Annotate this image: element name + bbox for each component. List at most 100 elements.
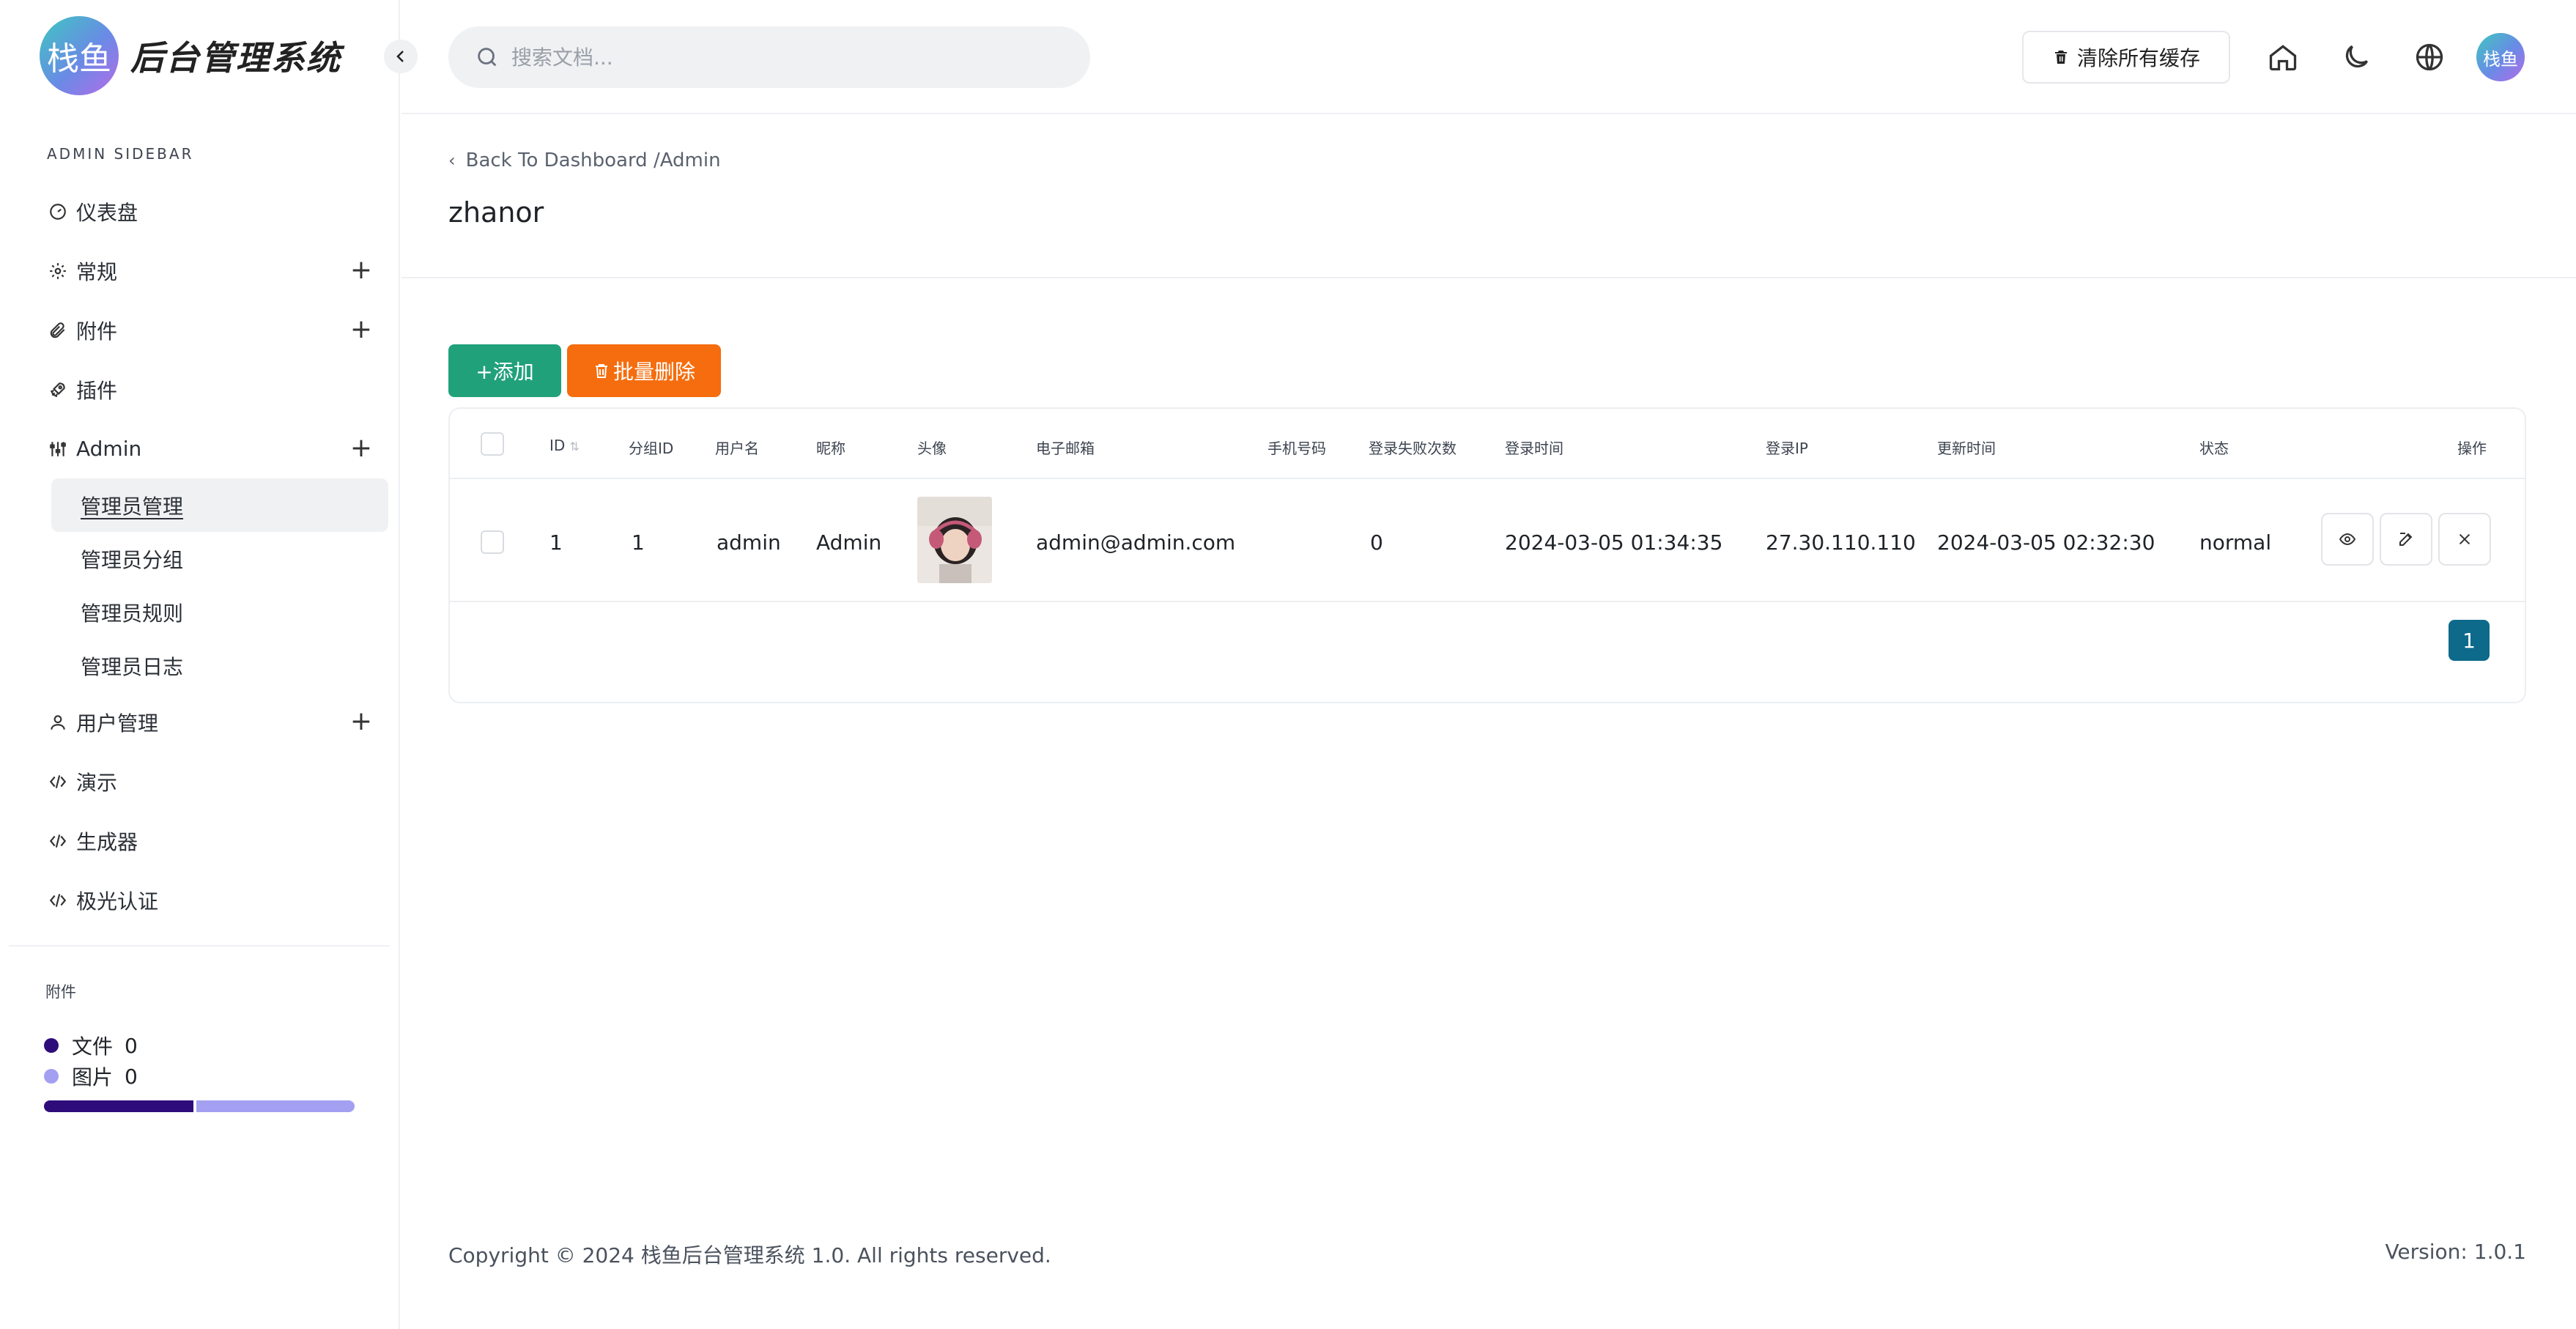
sidebar-item-label: 生成器 (76, 829, 138, 854)
sidebar-menu: 仪表盘 常规 + 附件 + 插件 Admin + 管理员管理 管理员分组 管理员… (41, 182, 390, 930)
search-icon (478, 48, 497, 67)
code-icon (47, 889, 69, 911)
page-header: ‹ Back To Dashboard /Admin zhanor (401, 114, 2576, 278)
column-header-nickname: 昵称 (816, 440, 845, 457)
chevron-left-icon: ‹ (448, 150, 456, 171)
images-count: 0 (125, 1064, 138, 1089)
user-icon (47, 711, 69, 733)
column-header-id[interactable]: ID ⇅ (549, 437, 580, 454)
sidebar-item-plugins[interactable]: 插件 (41, 360, 390, 419)
pagination-page-1[interactable]: 1 (2449, 620, 2490, 661)
sidebar-subitem-admin-rule[interactable]: 管理员规则 (51, 585, 388, 639)
sidebar-subitem-admin-group[interactable]: 管理员分组 (51, 532, 388, 585)
column-header-login-ip: 登录IP (1766, 440, 1808, 457)
expand-plus-icon[interactable]: + (350, 708, 372, 735)
footer-copyright: Copyright © 2024 栈鱼后台管理系统 1.0. All right… (448, 1243, 1051, 1267)
code-icon (47, 830, 69, 852)
images-label: 图片 (72, 1065, 114, 1089)
sidebar-divider (9, 945, 390, 947)
cell-login-time: 2024-03-05 01:34:35 (1505, 530, 1723, 555)
column-header-avatar: 头像 (917, 440, 947, 457)
page-title: zhanor (448, 196, 544, 229)
sidebar-item-generator[interactable]: 生成器 (41, 811, 390, 870)
add-button[interactable]: +添加 (448, 344, 561, 397)
globe-icon[interactable] (2410, 38, 2449, 76)
sidebar-item-dashboard[interactable]: 仪表盘 (41, 182, 390, 241)
eye-icon (2339, 533, 2356, 546)
sidebar-item-demo[interactable]: 演示 (41, 752, 390, 811)
sidebar-item-label: 极光认证 (76, 889, 159, 914)
edit-button[interactable] (2380, 513, 2432, 566)
sidebar-collapse-button[interactable] (384, 40, 418, 73)
expand-plus-icon[interactable]: + (350, 435, 372, 462)
select-all-checkbox[interactable] (481, 432, 504, 456)
sidebar: 栈鱼 后台管理系统 ADMIN SIDEBAR 仪表盘 常规 + 附件 + 插件… (0, 0, 400, 1329)
sidebar-item-label: 常规 (76, 259, 118, 284)
sidebar-item-label: Admin (76, 437, 142, 461)
chevron-left-icon (396, 51, 404, 62)
column-header-username: 用户名 (715, 440, 759, 457)
column-header-login-time: 登录时间 (1505, 440, 1563, 457)
home-icon[interactable] (2264, 38, 2302, 76)
sidebar-item-label: 用户管理 (76, 711, 159, 736)
column-header-login-failures: 登录失败次数 (1369, 440, 1457, 457)
moon-icon[interactable] (2337, 38, 2375, 76)
paperclip-icon (47, 319, 69, 341)
delete-button[interactable] (2438, 513, 2491, 566)
cell-status: normal (2199, 530, 2272, 555)
batch-delete-label: 批量删除 (612, 360, 695, 384)
sort-icon[interactable]: ⇅ (569, 440, 579, 454)
cell-email: admin@admin.com (1036, 530, 1236, 555)
search-input[interactable] (511, 45, 1068, 70)
row-avatar-image[interactable] (917, 497, 992, 583)
trash-icon (593, 362, 610, 380)
images-dot (44, 1069, 59, 1084)
files-dot (44, 1038, 59, 1053)
logo[interactable]: 栈鱼 后台管理系统 (40, 16, 341, 95)
cell-username: admin (717, 530, 781, 555)
column-header-group-id: 分组ID (629, 440, 674, 457)
batch-delete-button[interactable]: 批量删除 (567, 344, 721, 397)
app-title: 后台管理系统 (130, 38, 341, 78)
search-box[interactable] (448, 26, 1090, 88)
attachments-legend: 文件 0 图片 0 (44, 1030, 138, 1092)
cell-update-time: 2024-03-05 02:32:30 (1937, 530, 2155, 555)
table-header: ID ⇅ 分组ID 用户名 昵称 头像 电子邮箱 手机号码 登录失败次数 登录时间… (450, 409, 2525, 479)
view-button[interactable] (2321, 513, 2374, 566)
sidebar-subitem-admin-log[interactable]: 管理员日志 (51, 639, 388, 692)
files-count: 0 (125, 1033, 138, 1058)
gear-icon (47, 260, 69, 282)
top-header: 清除所有缓存 栈鱼 (401, 0, 2576, 114)
cell-login-failures: 0 (1370, 530, 1383, 555)
cell-group-id: 1 (632, 530, 645, 555)
sidebar-heading: ADMIN SIDEBAR (47, 145, 194, 163)
attachments-heading: 附件 (45, 983, 76, 1001)
sidebar-subitem-admin-manage[interactable]: 管理员管理 (51, 478, 388, 532)
sidebar-item-label: 插件 (76, 378, 118, 403)
row-checkbox[interactable] (481, 530, 504, 554)
cell-nickname: Admin (816, 530, 882, 555)
cell-id: 1 (549, 530, 563, 555)
sidebar-item-admin[interactable]: Admin + (41, 419, 390, 478)
sidebar-item-attachments[interactable]: 附件 + (41, 300, 390, 360)
user-avatar[interactable]: 栈鱼 (2476, 33, 2525, 81)
clear-cache-button[interactable]: 清除所有缓存 (2022, 31, 2230, 84)
files-label: 文件 (72, 1034, 114, 1059)
expand-plus-icon[interactable]: + (350, 316, 372, 343)
table-row: 1 1 admin Admin admin@admin.com 0 2024-0… (450, 479, 2525, 602)
breadcrumb-text[interactable]: Back To Dashboard /Admin (466, 149, 721, 171)
admin-table-card: ID ⇅ 分组ID 用户名 昵称 头像 电子邮箱 手机号码 登录失败次数 登录时间… (448, 407, 2526, 703)
expand-plus-icon[interactable]: + (350, 257, 372, 284)
column-header-actions: 操作 (2457, 440, 2487, 457)
sidebar-item-jpush-auth[interactable]: 极光认证 (41, 870, 390, 930)
legend-images: 图片 0 (44, 1061, 138, 1092)
legend-files: 文件 0 (44, 1030, 138, 1061)
sliders-icon (47, 438, 69, 460)
breadcrumb[interactable]: ‹ Back To Dashboard /Admin (448, 149, 721, 171)
edit-icon (2399, 533, 2413, 546)
gauge-icon (47, 201, 69, 223)
sidebar-item-users[interactable]: 用户管理 + (41, 692, 390, 752)
sidebar-item-general[interactable]: 常规 + (41, 241, 390, 300)
clear-cache-label: 清除所有缓存 (2076, 46, 2200, 70)
footer-version: Version: 1.0.1 (2385, 1240, 2526, 1264)
